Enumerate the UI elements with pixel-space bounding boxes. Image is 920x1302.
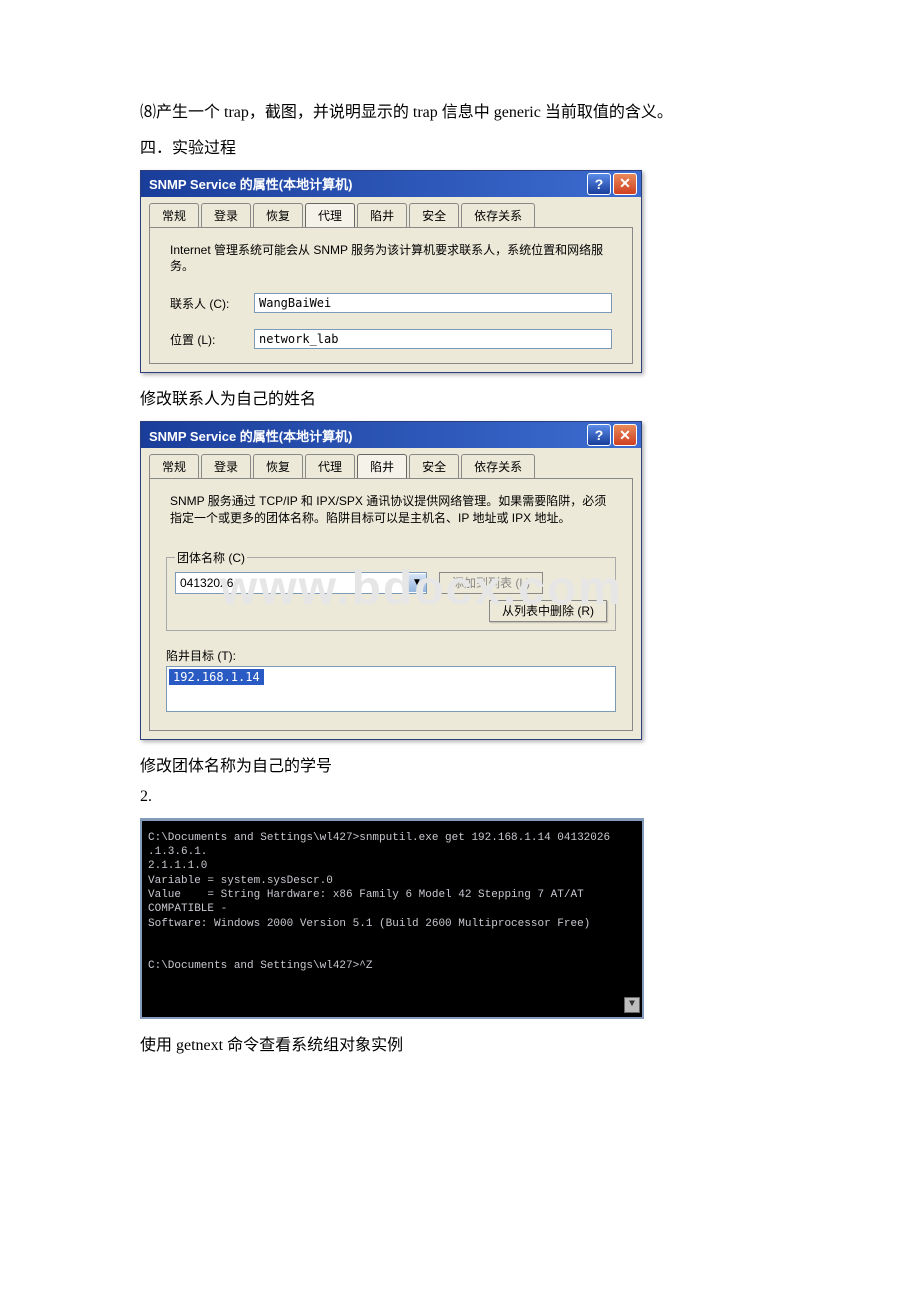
- d2-tab-login[interactable]: 登录: [201, 454, 251, 478]
- dialog-title: SNMP Service 的属性(本地计算机): [149, 174, 585, 193]
- tab-agent[interactable]: 代理: [305, 203, 355, 227]
- trap-target-label: 陷井目标 (T):: [150, 639, 632, 666]
- dialog2-title: SNMP Service 的属性(本地计算机): [149, 426, 585, 445]
- term-line-6: C:\Documents and Settings\wl427>^Z: [148, 960, 372, 972]
- remove-from-list-button[interactable]: 从列表中删除 (R): [489, 600, 607, 622]
- help-button[interactable]: ?: [587, 173, 611, 195]
- dialog2-titlebar: SNMP Service 的属性(本地计算机) ? ✕: [141, 422, 641, 448]
- dialog2-close-button[interactable]: ✕: [613, 424, 637, 446]
- community-value: 04132026: [176, 576, 408, 590]
- trap-target-item[interactable]: 192.168.1.14: [169, 669, 264, 685]
- add-to-list-button[interactable]: 添加到列表 (L): [439, 572, 543, 594]
- d2-tab-trap[interactable]: 陷井: [357, 454, 407, 478]
- d2-tab-security[interactable]: 安全: [409, 454, 459, 478]
- d2-tab-recovery[interactable]: 恢复: [253, 454, 303, 478]
- tab-row: 常规 登录 恢复 代理 陷井 安全 依存关系: [141, 197, 641, 227]
- step-2-label: 2.: [140, 788, 780, 806]
- tab-general[interactable]: 常规: [149, 203, 199, 227]
- combo-dropdown-icon[interactable]: ▼: [408, 574, 426, 592]
- tab-content-agent: Internet 管理系统可能会从 SNMP 服务为该计算机要求联系人，系统位置…: [149, 227, 633, 365]
- terminal-output: C:\Documents and Settings\wl427>snmputil…: [142, 821, 642, 1017]
- caption-getnext: 使用 getnext 命令查看系统组对象实例: [140, 1031, 780, 1055]
- d2-tab-content: SNMP 服务通过 TCP/IP 和 IPX/SPX 通讯协议提供网络管理。如果…: [149, 478, 633, 731]
- caption-contact: 修改联系人为自己的姓名: [140, 385, 780, 409]
- close-button[interactable]: ✕: [613, 173, 637, 195]
- tab-login[interactable]: 登录: [201, 203, 251, 227]
- community-fieldset: 团体名称 (C) 04132026 ▼ 添加到列表 (L) 从列表中删除 (R): [166, 549, 616, 631]
- trap-description: SNMP 服务通过 TCP/IP 和 IPX/SPX 通讯协议提供网络管理。如果…: [150, 479, 632, 541]
- tab-trap[interactable]: 陷井: [357, 203, 407, 227]
- caption-community: 修改团体名称为自己的学号: [140, 752, 780, 776]
- terminal-scroll-down-icon[interactable]: ▼: [624, 997, 640, 1013]
- agent-description: Internet 管理系统可能会从 SNMP 服务为该计算机要求联系人，系统位置…: [150, 228, 632, 290]
- section-4-title: 四．实验过程: [140, 134, 780, 158]
- term-line-2: 2.1.1.1.0: [148, 860, 207, 872]
- community-label: 团体名称 (C): [175, 549, 247, 566]
- d2-tab-general[interactable]: 常规: [149, 454, 199, 478]
- dialog-titlebar: SNMP Service 的属性(本地计算机) ? ✕: [141, 171, 641, 197]
- community-combo[interactable]: 04132026 ▼: [175, 572, 427, 594]
- contact-input[interactable]: [254, 293, 612, 313]
- d2-tab-dependencies[interactable]: 依存关系: [461, 454, 535, 478]
- command-prompt-window: C:\Documents and Settings\wl427>snmputil…: [140, 818, 644, 1019]
- d2-tab-agent[interactable]: 代理: [305, 454, 355, 478]
- tab-security[interactable]: 安全: [409, 203, 459, 227]
- term-line-1: C:\Documents and Settings\wl427>snmputil…: [148, 832, 617, 858]
- snmp-properties-dialog-agent: SNMP Service 的属性(本地计算机) ? ✕ 常规 登录 恢复 代理 …: [140, 170, 642, 374]
- dialog2-tab-row: 常规 登录 恢复 代理 陷井 安全 依存关系: [141, 448, 641, 478]
- tab-dependencies[interactable]: 依存关系: [461, 203, 535, 227]
- trap-target-list[interactable]: 192.168.1.14: [166, 666, 616, 712]
- term-line-4: Value = String Hardware: x86 Family 6 Mo…: [148, 889, 590, 915]
- dialog2-help-button[interactable]: ?: [587, 424, 611, 446]
- contact-label: 联系人 (C):: [170, 295, 254, 312]
- tab-recovery[interactable]: 恢复: [253, 203, 303, 227]
- term-line-5: Software: Windows 2000 Version 5.1 (Buil…: [148, 918, 590, 930]
- location-label: 位置 (L):: [170, 331, 254, 348]
- term-line-3: Variable = system.sysDescr.0: [148, 875, 333, 887]
- location-input[interactable]: [254, 329, 612, 349]
- snmp-properties-dialog-trap: SNMP Service 的属性(本地计算机) ? ✕ 常规 登录 恢复 代理 …: [140, 421, 642, 740]
- question-8: ⑻产生一个 trap，截图，并说明显示的 trap 信息中 generic 当前…: [140, 100, 780, 126]
